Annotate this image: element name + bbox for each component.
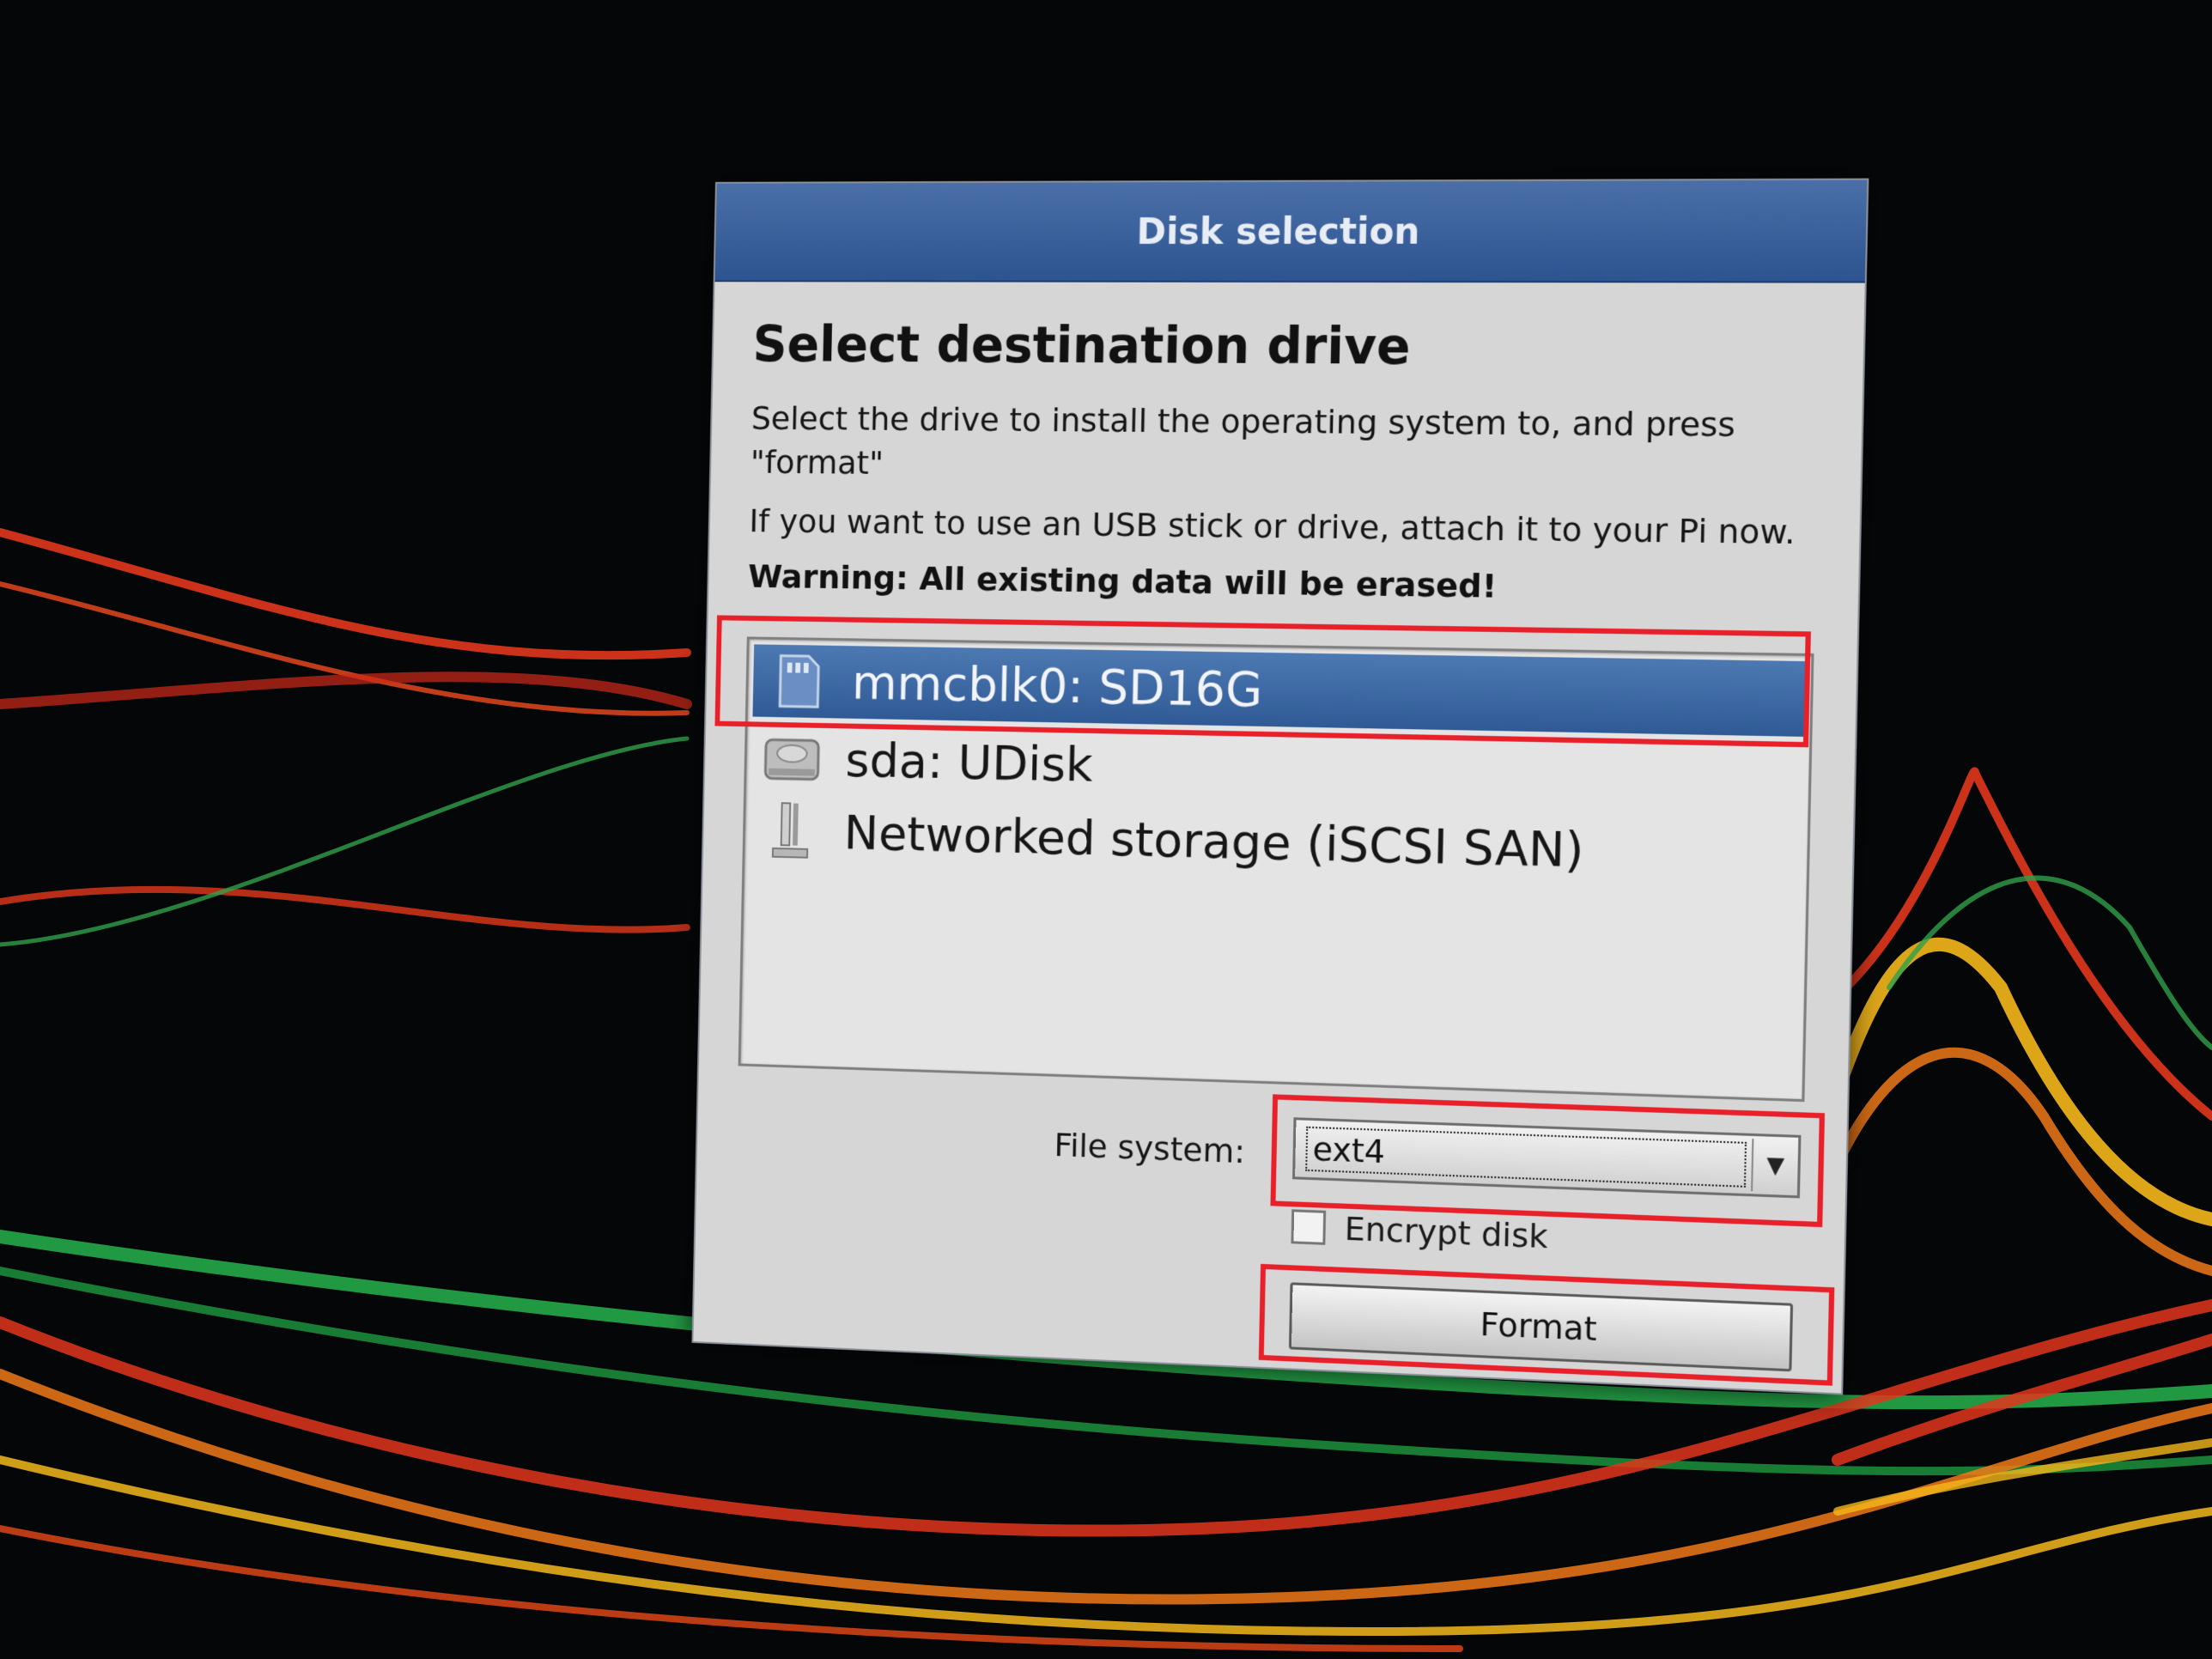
file-system-row: File system: ext4 ▼ [736, 1083, 1826, 1228]
hard-disk-icon [763, 729, 821, 789]
encrypt-disk-label: Encrypt disk [1344, 1209, 1549, 1256]
file-system-label: File system: [1054, 1126, 1246, 1171]
drive-item-mmcblk0[interactable]: mmcblk0: SD16G [752, 644, 1806, 737]
dialog-title-bar[interactable]: Disk selection [714, 179, 1868, 283]
format-button[interactable]: Format [1288, 1282, 1794, 1372]
sd-card-icon [769, 652, 828, 712]
page-title: Select destination drive [752, 315, 1412, 376]
file-system-value: ext4 [1305, 1126, 1747, 1188]
warning-text: Warning: All existing data will be erase… [747, 557, 1498, 605]
dialog-content: Select destination drive Select the driv… [693, 282, 1864, 1393]
file-system-select[interactable]: ext4 ▼ [1292, 1117, 1802, 1199]
encrypt-disk-checkbox[interactable] [1291, 1209, 1327, 1245]
instructions-text: Select the drive to install the operatin… [750, 399, 1736, 482]
disk-selection-dialog: Disk selection Select destination drive … [691, 178, 1869, 1395]
drive-list[interactable]: mmcblk0: SD16G sda: UDisk Networked stor… [714, 615, 1814, 1103]
drive-label: sda: UDisk [844, 732, 1094, 793]
drive-label: mmcblk0: SD16G [851, 654, 1263, 718]
drive-label: Networked storage (iSCSI SAN) [843, 805, 1585, 878]
usb-note-text: If you want to use an USB stick or drive… [749, 501, 1796, 552]
network-storage-icon [761, 801, 819, 861]
chevron-down-icon[interactable]: ▼ [1751, 1139, 1799, 1194]
dialog-title: Disk selection [1136, 210, 1421, 252]
